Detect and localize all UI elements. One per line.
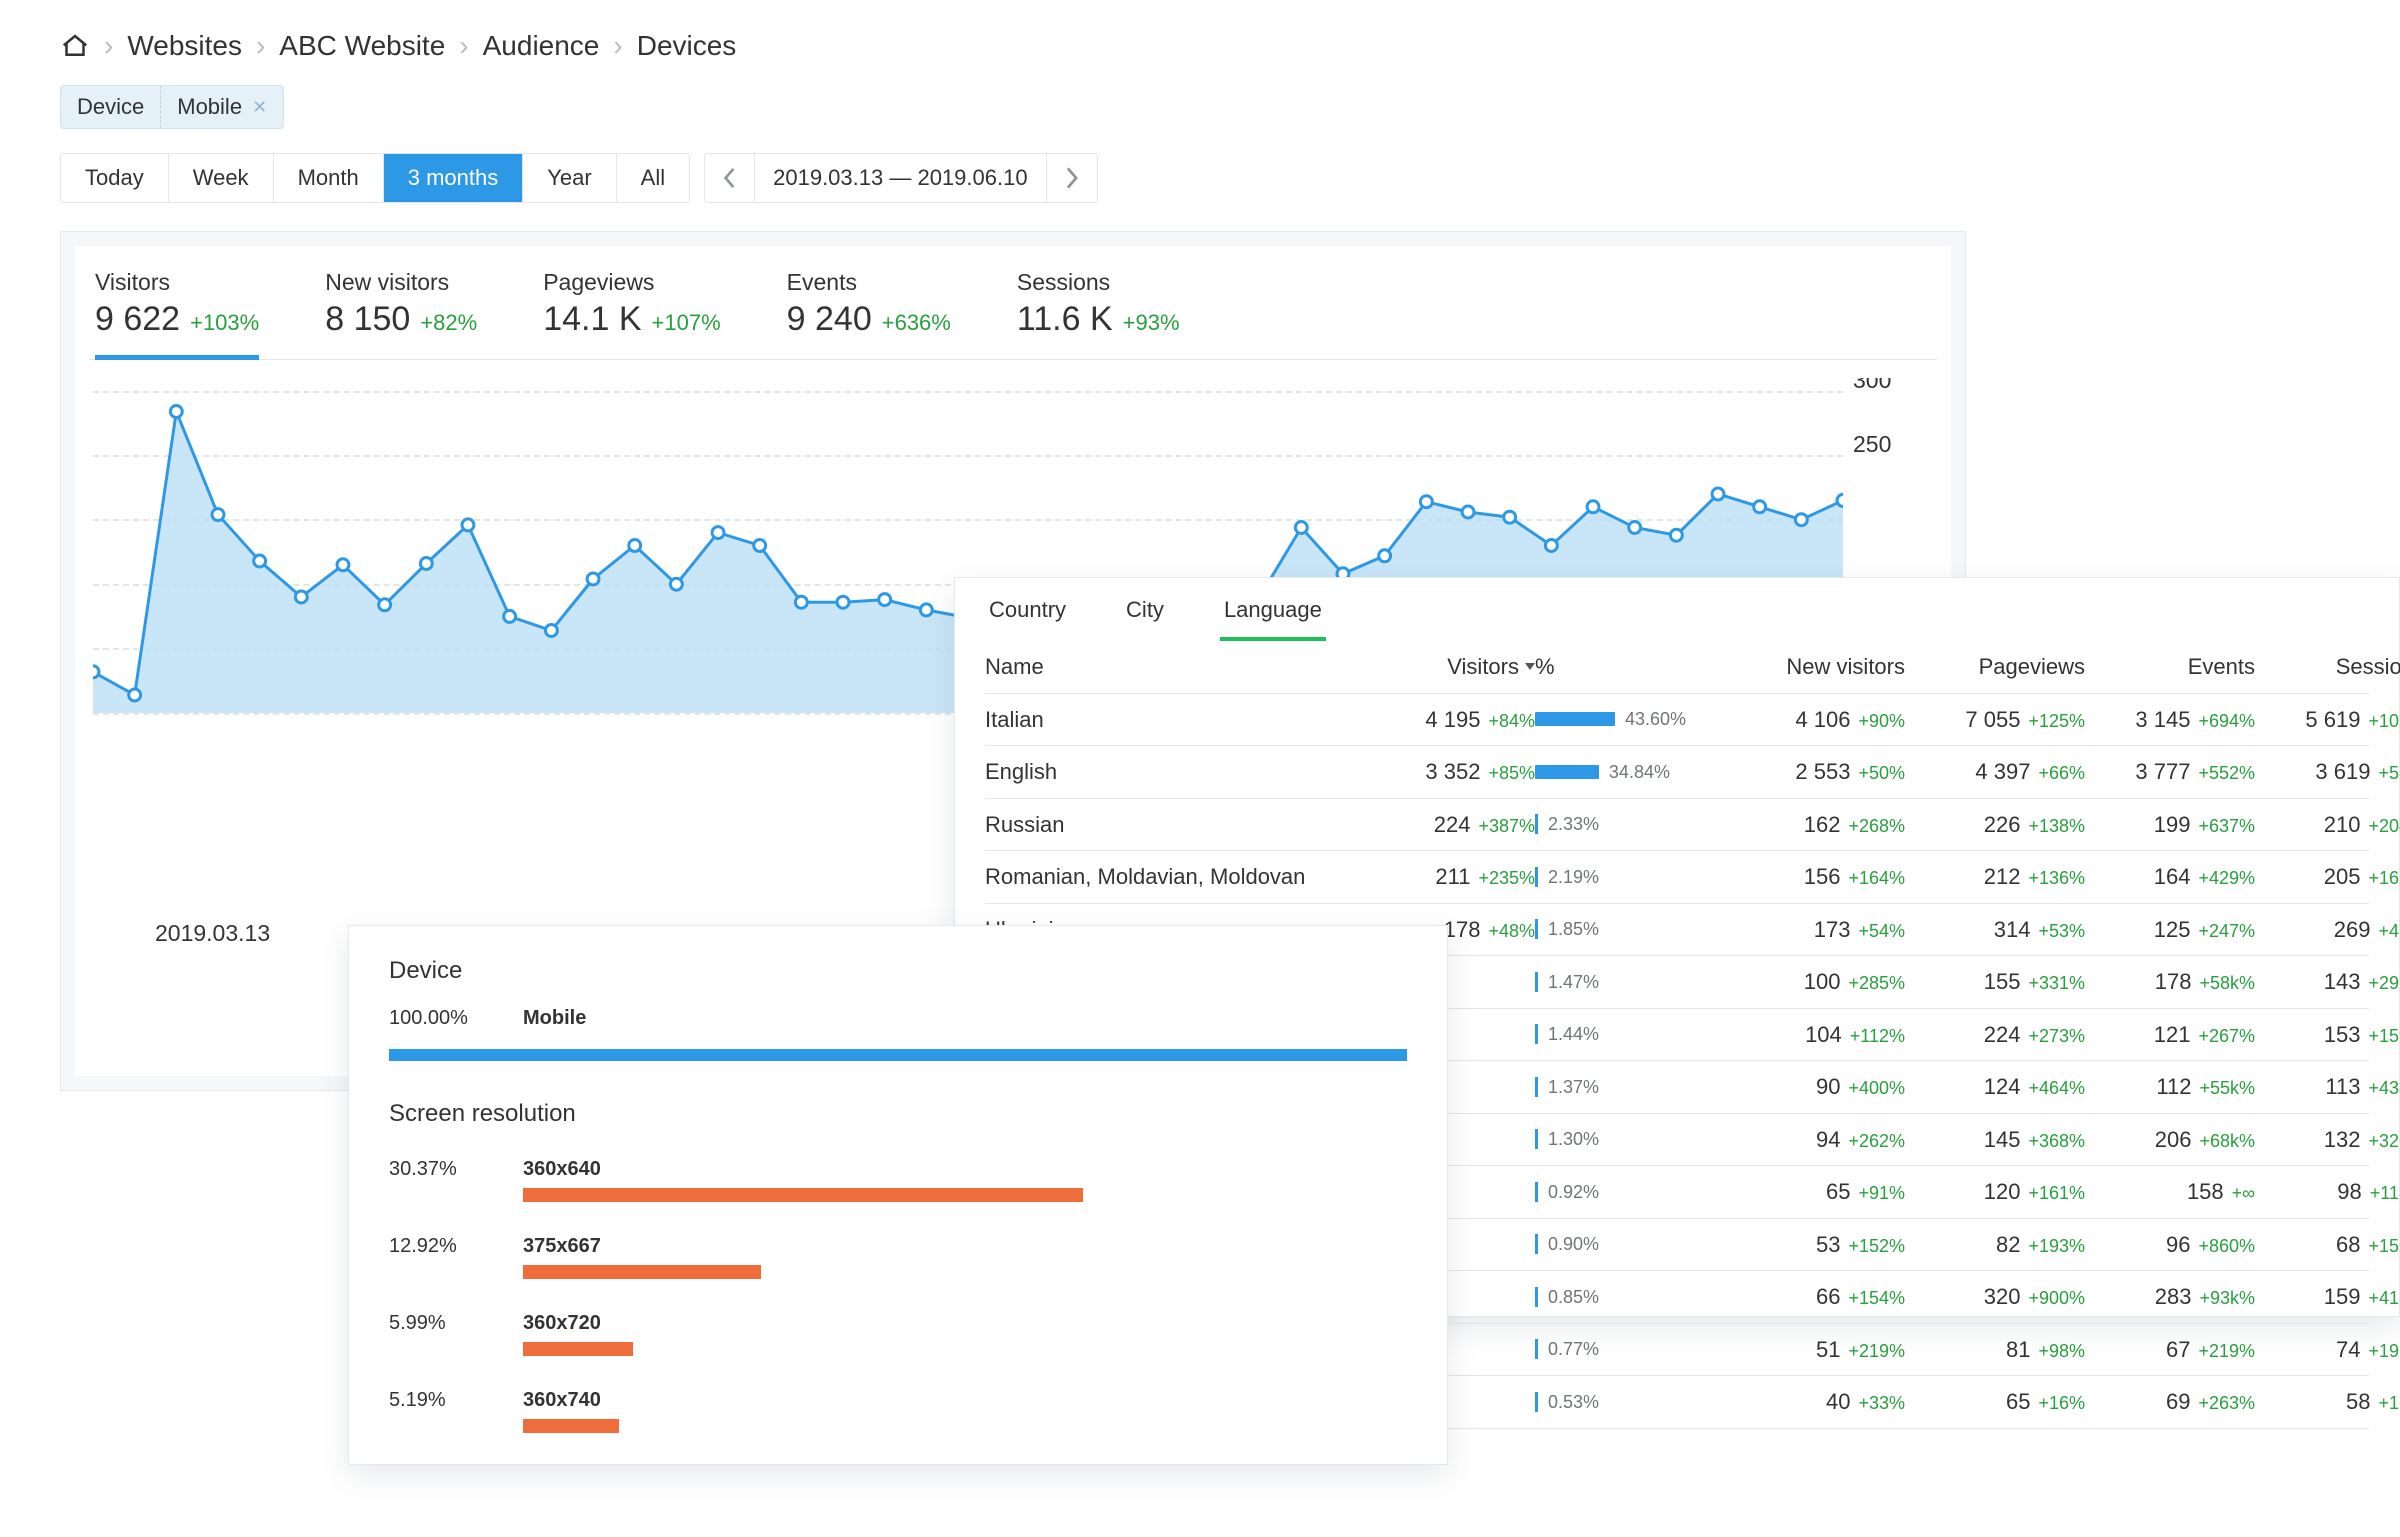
filter-key[interactable]: Device (61, 86, 160, 128)
range-option-3-months[interactable]: 3 months (384, 154, 524, 202)
metric-tab-events[interactable]: Events 9 240+636% (787, 268, 951, 359)
crumb-devices[interactable]: Devices (637, 28, 737, 63)
crumb-audience[interactable]: Audience (483, 28, 600, 63)
tab-language[interactable]: Language (1220, 596, 1326, 642)
chevron-right-icon: › (613, 28, 622, 63)
crumb-websites[interactable]: Websites (127, 28, 242, 63)
metric-tabs: Visitors 9 622+103% New visitors 8 150+82… (75, 246, 1951, 359)
metric-tab-visitors[interactable]: Visitors 9 622+103% (95, 268, 259, 359)
device-breakdown-card: Device 100.00% Mobile Screen resolution … (348, 925, 1448, 1465)
tab-country[interactable]: Country (985, 596, 1070, 642)
chevron-right-icon: › (256, 28, 265, 63)
table-row[interactable]: Romanian, Moldavian, Moldovan 211+235% 2… (985, 851, 2369, 904)
table-row[interactable]: Italian 4 195+84% 43.60% 4 106+90% 7 055… (985, 694, 2369, 747)
ytick-250: 250 (1853, 430, 1937, 459)
chevron-right-icon: › (459, 28, 468, 63)
home-icon[interactable] (60, 31, 90, 61)
range-option-week[interactable]: Week (169, 154, 274, 202)
device-section-title: Device (389, 956, 1407, 986)
screen-resolution-title: Screen resolution (389, 1099, 1407, 1129)
crumb-abc-website[interactable]: ABC Website (279, 28, 445, 63)
metric-tab-new-visitors[interactable]: New visitors 8 150+82% (325, 268, 477, 359)
th-events[interactable]: Events (2085, 653, 2255, 681)
resolution-row: 5.99% 360x720 (389, 1295, 1407, 1372)
th-new-visitors[interactable]: New visitors (1725, 653, 1905, 681)
close-icon[interactable]: ✕ (252, 96, 267, 119)
metric-tab-sessions[interactable]: Sessions 11.6 K+93% (1017, 268, 1180, 359)
breadcrumb: › Websites › ABC Website › Audience › De… (60, 28, 2400, 63)
range-option-year[interactable]: Year (523, 154, 616, 202)
filter-value[interactable]: Mobile ✕ (160, 86, 283, 128)
date-range-segmented: TodayWeekMonth3 monthsYearAll (60, 153, 690, 203)
tab-city[interactable]: City (1122, 596, 1168, 642)
resolution-row: 5.19% 360x740 (389, 1372, 1407, 1449)
range-option-all[interactable]: All (617, 154, 689, 202)
table-header-row: Name Visitors % New visitors Pageviews E… (985, 641, 2369, 694)
range-option-month[interactable]: Month (274, 154, 384, 202)
device-row: 100.00% Mobile (389, 998, 1407, 1069)
th-name[interactable]: Name (985, 653, 1335, 681)
date-navigator: 2019.03.13 — 2019.06.10 (704, 153, 1097, 203)
next-range-button[interactable] (1047, 154, 1097, 202)
metric-tab-pageviews[interactable]: Pageviews 14.1 K+107% (543, 268, 720, 359)
prev-range-button[interactable] (705, 154, 755, 202)
range-option-today[interactable]: Today (61, 154, 169, 202)
table-row[interactable]: Russian 224+387% 2.33% 162+268% 226+138%… (985, 799, 2369, 852)
th-pageviews[interactable]: Pageviews (1905, 653, 2085, 681)
th-visitors-sorted[interactable]: Visitors (1335, 653, 1535, 681)
chart-x-start-label: 2019.03.13 (155, 919, 270, 948)
th-sessions[interactable]: Sessions (2255, 653, 2400, 681)
chevron-right-icon: › (104, 28, 113, 63)
caret-down-icon (1525, 663, 1535, 670)
resolution-row: 30.37% 360x640 (389, 1141, 1407, 1218)
th-percent[interactable]: % (1535, 653, 1725, 681)
ytick-300: 300 (1853, 378, 1937, 395)
resolution-row: 12.92% 375x667 (389, 1218, 1407, 1295)
table-row[interactable]: English 3 352+85% 34.84% 2 553+50% 4 397… (985, 746, 2369, 799)
date-range-label[interactable]: 2019.03.13 — 2019.06.10 (755, 154, 1046, 202)
